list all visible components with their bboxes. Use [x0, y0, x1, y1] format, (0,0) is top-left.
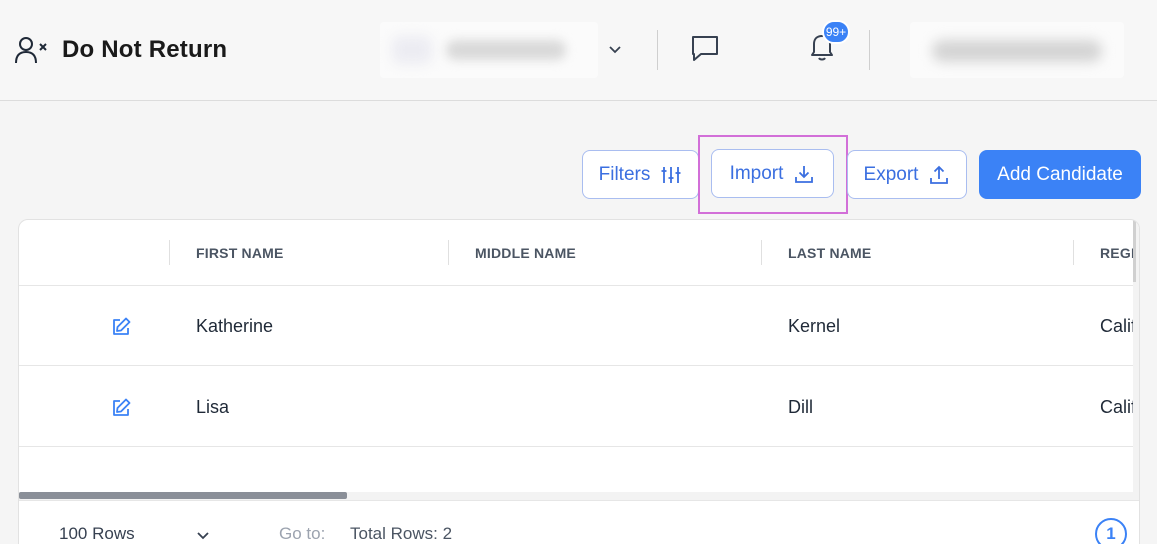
app-header: Do Not Return 99+ — [0, 0, 1157, 101]
sliders-icon — [661, 166, 681, 183]
column-separator — [1073, 240, 1074, 265]
first-name-cell: Lisa — [196, 397, 230, 417]
goto-label: Go to: — [279, 524, 326, 543]
filters-button[interactable]: Filters — [582, 150, 699, 199]
column-separator — [448, 240, 449, 265]
add-candidate-label: Add Candidate — [997, 163, 1123, 185]
column-separator — [169, 240, 170, 265]
edit-icon[interactable] — [110, 316, 132, 338]
page-title: Do Not Return — [62, 36, 228, 63]
message-icon[interactable] — [688, 32, 722, 64]
table-row: Katherine Kernel — [19, 286, 1133, 366]
table-header: FIRST NAME MIDDLE NAME LAST NAME — [19, 220, 1133, 286]
edit-icon[interactable] — [110, 397, 132, 419]
header-divider — [657, 30, 658, 70]
notification-badge: 99+ — [822, 20, 850, 44]
filters-label: Filters — [598, 163, 651, 185]
column-header-first-name[interactable]: FIRST NAME — [196, 245, 284, 261]
import-label: Import — [729, 162, 784, 184]
region-cell: Calif — [1100, 316, 1133, 336]
export-label: Export — [863, 163, 919, 185]
horizontal-scrollbar-thumb[interactable] — [19, 492, 347, 499]
page-button-current[interactable]: 1 — [1095, 518, 1127, 544]
total-rows: Total Rows: 2 — [350, 524, 453, 543]
upload-icon — [930, 165, 949, 184]
column-header-region[interactable]: REGI — [1100, 245, 1133, 261]
column-separator — [761, 240, 762, 265]
rows-per-page-select[interactable]: 100 Rows — [59, 524, 135, 544]
chevron-down-icon[interactable] — [193, 525, 213, 544]
region-column-clip: REGI Calif Calif — [1100, 220, 1133, 500]
vertical-scrollbar[interactable] — [1133, 220, 1139, 500]
organization-select[interactable] — [380, 22, 598, 78]
import-button[interactable]: Import — [711, 149, 834, 198]
horizontal-scrollbar[interactable] — [19, 492, 1139, 500]
add-candidate-button[interactable]: Add Candidate — [979, 150, 1141, 199]
last-name-cell: Dill — [788, 397, 813, 417]
user-menu[interactable] — [910, 22, 1124, 78]
header-divider — [869, 30, 870, 70]
region-cell: Calif — [1100, 397, 1133, 417]
table-row: Lisa Dill — [19, 367, 1133, 447]
table-footer: 100 Rows Go to: Total Rows: 2 1 — [19, 500, 1139, 544]
download-icon — [795, 165, 814, 183]
export-button[interactable]: Export — [847, 150, 967, 199]
column-header-last-name[interactable]: LAST NAME — [788, 245, 871, 261]
chevron-down-icon[interactable] — [604, 38, 626, 60]
first-name-cell: Katherine — [196, 316, 274, 336]
user-x-icon — [15, 37, 47, 64]
column-header-middle-name[interactable]: MIDDLE NAME — [475, 245, 576, 261]
candidate-table: FIRST NAME MIDDLE NAME LAST NAME Katheri… — [18, 219, 1140, 544]
last-name-cell: Kernel — [788, 316, 841, 336]
